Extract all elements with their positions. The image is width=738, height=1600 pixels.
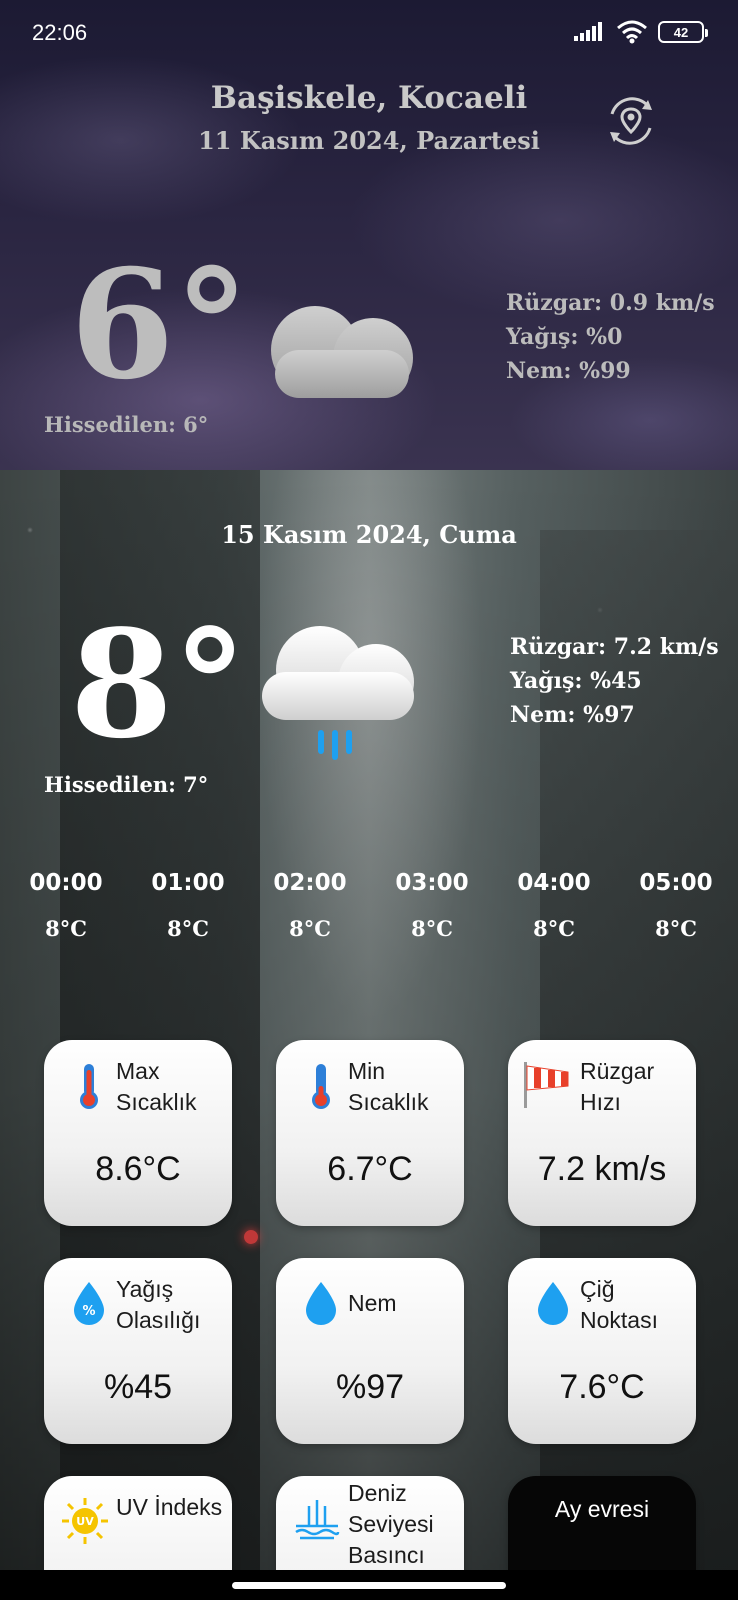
hourly-item: 02:00 8°C <box>270 870 350 941</box>
status-icons: 42 <box>574 20 708 44</box>
hour-time: 04:00 <box>517 870 591 896</box>
hourly-item: 03:00 8°C <box>392 870 472 941</box>
background-light <box>244 1230 258 1244</box>
uv-sun-icon: UV <box>62 1498 108 1544</box>
card-value: %45 <box>103 1368 173 1406</box>
card-value: %97 <box>335 1368 405 1406</box>
wind-speed-card[interactable]: Rüzgar Hızı 7.2 km/s <box>508 1040 696 1226</box>
home-gesture-bar[interactable] <box>232 1582 506 1589</box>
forecast-temperature: 8° <box>70 597 247 771</box>
hour-time: 03:00 <box>395 870 469 896</box>
rain-chance-card[interactable]: % Yağış Olasılığı %45 <box>44 1258 232 1444</box>
uv-badge: UV <box>76 1515 94 1528</box>
forecast-feels-like: Hissedilen: 7° <box>44 772 209 797</box>
card-label: Nem <box>348 1290 397 1316</box>
hourly-forecast[interactable]: 00:00 8°C 01:00 8°C 02:00 8°C 03:00 8°C … <box>26 870 716 941</box>
battery-indicator: 42 <box>658 21 708 43</box>
card-label: Min Sıcaklık <box>348 1058 429 1115</box>
signal-icon <box>574 22 602 41</box>
card-label: Yağış Olasılığı <box>116 1276 201 1333</box>
min-temp-card[interactable]: Min Sıcaklık 6.7°C <box>276 1040 464 1226</box>
forecast-details: Rüzgar: 7.2 km/s Yağış: %45 Nem: %97 <box>510 630 719 732</box>
current-details: Rüzgar: 0.9 km/s Yağış: %0 Nem: %99 <box>506 286 715 388</box>
max-temp-card[interactable]: Max Sıcaklık 8.6°C <box>44 1040 232 1226</box>
humidity-card[interactable]: Nem %97 <box>276 1258 464 1444</box>
hour-temp: 8°C <box>655 916 697 941</box>
water-drop-icon <box>306 1282 336 1325</box>
hourly-item: 04:00 8°C <box>514 870 594 941</box>
forecast-wind: Rüzgar: 7.2 km/s <box>510 634 719 660</box>
refresh-location-button[interactable] <box>602 92 660 150</box>
status-bar: 22:06 42 <box>0 0 738 68</box>
card-label: Max Sıcaklık <box>116 1058 197 1115</box>
card-label: Çiğ Noktası <box>580 1276 658 1333</box>
hour-time: 05:00 <box>639 870 713 896</box>
current-weather-section: 22:06 42 Başiskele, Kocaeli 11 Kasım 202… <box>0 0 738 470</box>
forecast-humidity: Nem: %97 <box>510 702 635 728</box>
hourly-item: 01:00 8°C <box>148 870 228 941</box>
current-precipitation: Yağış: %0 <box>506 324 623 350</box>
card-label: Rüzgar Hızı <box>580 1058 655 1115</box>
hour-temp: 8°C <box>167 916 209 941</box>
card-value: 7.2 km/s <box>537 1150 667 1188</box>
forecast-date: 15 Kasım 2024, Cuma <box>221 520 517 549</box>
card-value: 6.7°C <box>327 1150 413 1188</box>
card-value: 8.6°C <box>95 1150 181 1188</box>
water-drop-icon <box>538 1282 568 1325</box>
thermometer-hot-icon <box>80 1064 98 1109</box>
current-wind: Rüzgar: 0.9 km/s <box>506 290 715 316</box>
hour-temp: 8°C <box>411 916 453 941</box>
forecast-section: 15 Kasım 2024, Cuma 8° Hissedilen: 7° Rü… <box>0 470 738 1600</box>
windsock-icon <box>524 1062 569 1108</box>
hour-temp: 8°C <box>45 916 87 941</box>
card-label: Deniz Seviyesi Basıncı <box>348 1480 434 1568</box>
hour-temp: 8°C <box>533 916 575 941</box>
card-value: 7.6°C <box>559 1368 645 1406</box>
current-feels-like: Hissedilen: 6° <box>44 412 209 437</box>
card-label: UV İndeks <box>116 1494 223 1520</box>
hourly-item: 00:00 8°C <box>26 870 106 941</box>
thermometer-cold-icon <box>312 1064 330 1109</box>
rain-percent-drop-icon: % <box>74 1282 104 1325</box>
hour-time: 00:00 <box>29 870 103 896</box>
partly-cloudy-night-icon <box>255 258 425 408</box>
location-refresh-icon <box>610 97 652 145</box>
hourly-item: 05:00 8°C <box>636 870 716 941</box>
status-time: 22:06 <box>32 20 88 45</box>
wifi-icon <box>617 20 647 44</box>
hour-time: 02:00 <box>273 870 347 896</box>
dew-point-card[interactable]: Çiğ Noktası 7.6°C <box>508 1258 696 1444</box>
svg-text:%: % <box>82 1304 95 1319</box>
forecast-precipitation: Yağış: %45 <box>510 668 642 694</box>
card-label: Ay evresi <box>554 1496 650 1522</box>
sea-level-icon <box>295 1500 340 1540</box>
rain-cloud-icon <box>258 620 423 770</box>
current-humidity: Nem: %99 <box>506 358 631 384</box>
current-temperature: 6° <box>70 237 250 413</box>
hour-temp: 8°C <box>289 916 331 941</box>
hour-time: 01:00 <box>151 870 225 896</box>
